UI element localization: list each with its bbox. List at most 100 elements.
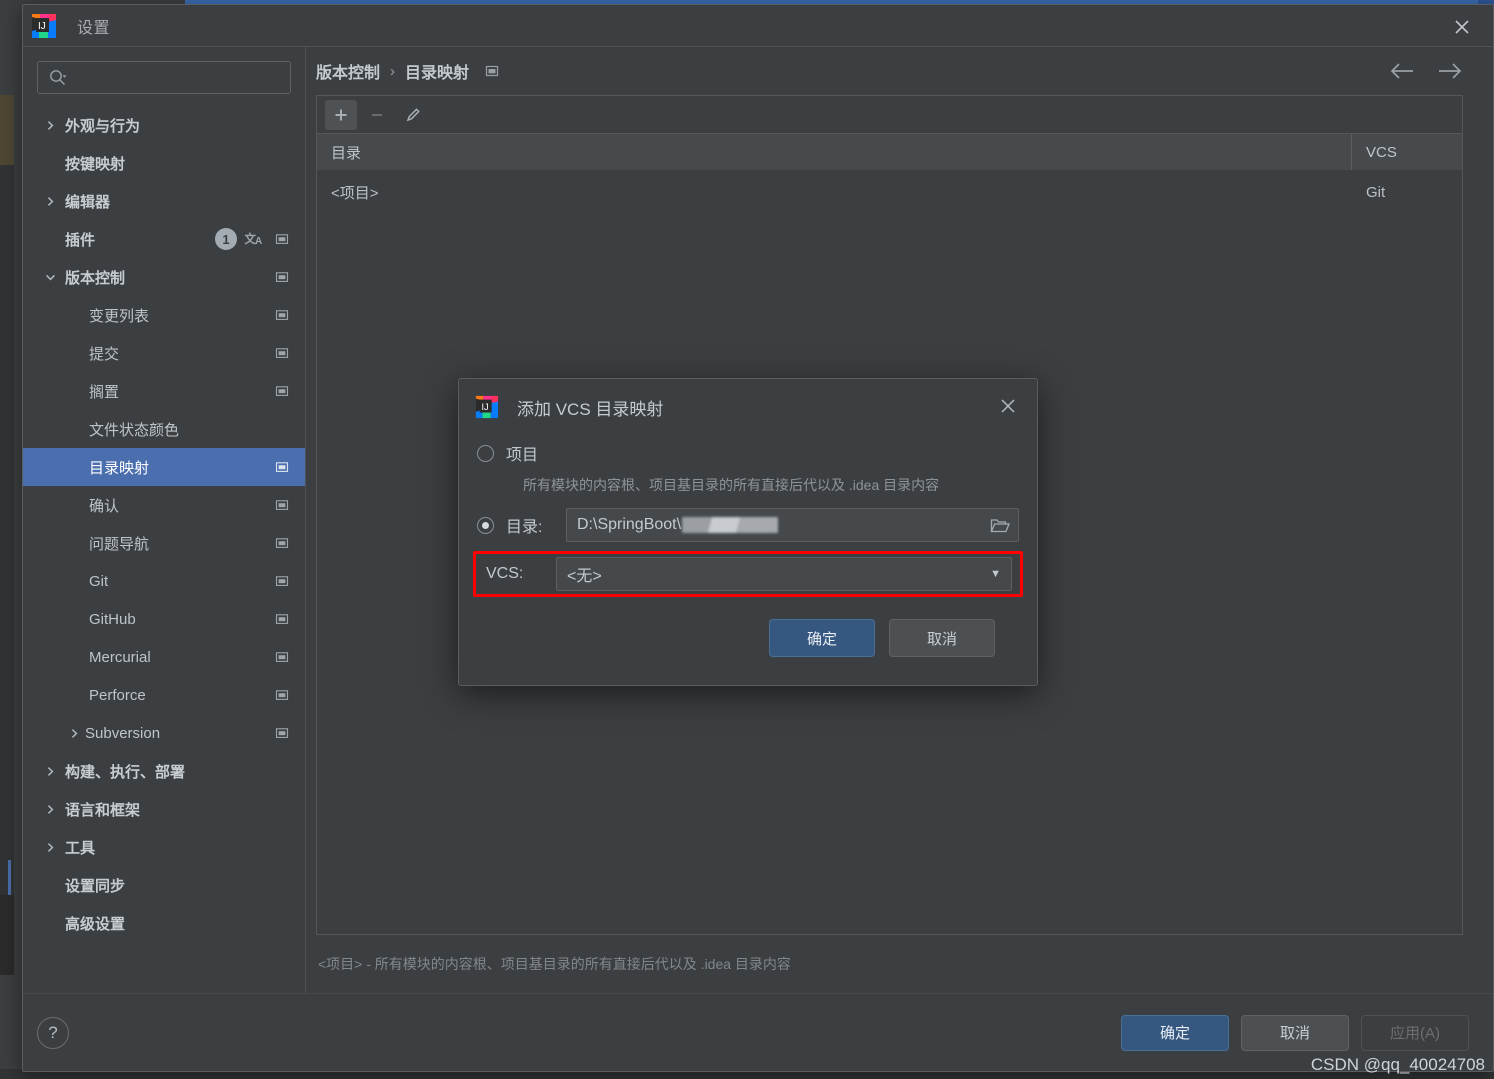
pin-icon[interactable]: [275, 270, 291, 284]
pin-icon[interactable]: [275, 726, 291, 740]
translate-icon[interactable]: 文A: [245, 230, 265, 248]
sidebar-item-18[interactable]: 语言和框架: [23, 790, 305, 828]
search-box[interactable]: [37, 61, 291, 94]
chevron-right-icon[interactable]: [39, 804, 61, 815]
sidebar-item-label: Subversion: [85, 724, 161, 742]
sidebar-item-21[interactable]: 高级设置: [23, 904, 305, 942]
settings-tree: 外观与行为 按键映射 编辑器插件 1 文 A 版本控制变更列表提交 搁置文件状态颜色目录映射确…: [23, 102, 305, 993]
pin-icon[interactable]: [275, 574, 291, 588]
pin-icon[interactable]: [275, 650, 291, 664]
intellij-idea-logo-icon: IJ: [32, 13, 56, 38]
pin-icon[interactable]: [275, 612, 291, 626]
edit-mapping-button[interactable]: [397, 100, 429, 130]
sidebar-item-8[interactable]: 文件状态颜色: [23, 410, 305, 448]
sidebar-item-label: GitHub: [89, 610, 136, 628]
table-row[interactable]: <项目> Git: [317, 170, 1462, 214]
status-text: <项目> - 所有模块的内容根、项目基目录的所有直接后代以及 .idea 目录内…: [318, 956, 791, 972]
pin-icon[interactable]: [275, 688, 291, 702]
breadcrumb-separator: ›: [390, 62, 396, 80]
sidebar-item-20[interactable]: 设置同步: [23, 866, 305, 904]
chevron-right-icon[interactable]: [39, 766, 61, 777]
sidebar-item-4[interactable]: 版本控制: [23, 258, 305, 296]
dialog-close-icon[interactable]: [995, 393, 1021, 419]
pin-icon[interactable]: [485, 64, 499, 78]
svg-text:IJ: IJ: [481, 402, 488, 412]
directory-radio[interactable]: [477, 516, 494, 534]
sidebar-item-label: 语言和框架: [65, 801, 141, 819]
directory-radio-row[interactable]: 目录: D:\SpringBoot\: [477, 505, 1019, 545]
pin-icon[interactable]: [275, 536, 291, 550]
sidebar-item-14[interactable]: Mercurial: [23, 638, 305, 676]
sidebar-item-label: Mercurial: [89, 648, 151, 666]
pin-icon[interactable]: [275, 460, 291, 474]
chevron-right-icon[interactable]: [39, 120, 61, 131]
chevron-right-icon[interactable]: [39, 196, 61, 207]
chevron-right-icon[interactable]: [63, 728, 85, 739]
back-arrow-icon[interactable]: [1389, 61, 1415, 81]
sidebar-item-label: 构建、执行、部署: [65, 763, 186, 781]
search-input[interactable]: [67, 68, 290, 87]
breadcrumb-parent[interactable]: 版本控制: [316, 59, 380, 83]
vcs-label: VCS:: [486, 565, 524, 582]
sidebar-item-1[interactable]: 按键映射: [23, 144, 305, 182]
column-header-vcs[interactable]: VCS: [1352, 134, 1462, 170]
cell-vcs: Git: [1366, 183, 1386, 201]
browse-folder-icon[interactable]: [982, 517, 1010, 534]
vcs-select[interactable]: <无> ▼: [556, 557, 1012, 591]
pin-icon[interactable]: [275, 384, 291, 398]
sidebar-item-16[interactable]: Subversion: [23, 714, 305, 752]
table-header: 目录 VCS: [317, 134, 1462, 170]
sidebar-item-9[interactable]: 目录映射: [23, 448, 305, 486]
sidebar-item-label: Perforce: [89, 686, 146, 704]
update-count-badge: 1: [215, 228, 237, 250]
column-header-directory[interactable]: 目录: [317, 134, 1352, 170]
cancel-button[interactable]: 取消: [1241, 1014, 1349, 1051]
dialog-cancel-button[interactable]: 取消: [889, 619, 995, 657]
watermark: CSDN @qq_40024708: [1310, 1055, 1485, 1074]
sidebar-item-11[interactable]: 问题导航: [23, 524, 305, 562]
sidebar-item-label: 插件: [65, 231, 96, 249]
sidebar-item-7[interactable]: 搁置: [23, 372, 305, 410]
sidebar-item-17[interactable]: 构建、执行、部署: [23, 752, 305, 790]
pin-icon[interactable]: [275, 346, 291, 360]
sidebar-item-5[interactable]: 变更列表: [23, 296, 305, 334]
directory-path-input[interactable]: D:\SpringBoot\: [566, 508, 1019, 542]
dialog-title: 添加 VCS 目录映射: [517, 399, 664, 419]
sidebar-item-12[interactable]: Git: [23, 562, 305, 600]
directory-radio-label: 目录:: [506, 519, 543, 536]
window-titlebar: IJ 设置: [23, 5, 1493, 47]
pin-icon[interactable]: [275, 308, 291, 322]
add-vcs-directory-mapping-dialog: IJ 添加 VCS 目录映射 项目 所有模块的内容根、项目基目录的所有直接后代以…: [458, 378, 1038, 686]
chevron-right-icon[interactable]: [39, 842, 61, 853]
dialog-body: 项目 所有模块的内容根、项目基目录的所有直接后代以及 .idea 目录内容 目录…: [459, 435, 1037, 657]
sidebar-item-19[interactable]: 工具: [23, 828, 305, 866]
project-radio-row[interactable]: 项目: [477, 435, 1019, 471]
remove-mapping-button[interactable]: [361, 100, 393, 130]
sidebar-item-10[interactable]: 确认: [23, 486, 305, 524]
pin-icon[interactable]: [275, 232, 291, 246]
project-hint: 所有模块的内容根、项目基目录的所有直接后代以及 .idea 目录内容: [523, 477, 940, 493]
sidebar-item-6[interactable]: 提交: [23, 334, 305, 372]
forward-arrow-icon[interactable]: [1437, 61, 1463, 81]
chevron-down-icon[interactable]: [39, 272, 61, 283]
pin-icon[interactable]: [275, 498, 291, 512]
sidebar-item-13[interactable]: GitHub: [23, 600, 305, 638]
dialog-ok-button[interactable]: 确定: [769, 619, 875, 657]
help-button[interactable]: ?: [37, 1016, 69, 1049]
sidebar-item-3[interactable]: 插件 1 文 A: [23, 220, 305, 258]
close-icon[interactable]: [1449, 14, 1475, 40]
project-radio[interactable]: [477, 444, 494, 462]
sidebar-item-0[interactable]: 外观与行为: [23, 106, 305, 144]
nav-arrows: [1389, 61, 1473, 81]
ok-button[interactable]: 确定: [1121, 1014, 1229, 1051]
search-icon: [48, 68, 67, 87]
breadcrumb: 版本控制 › 目录映射: [306, 47, 1493, 95]
directory-path-value: D:\SpringBoot\: [577, 516, 682, 533]
apply-button[interactable]: 应用(A): [1361, 1014, 1469, 1051]
sidebar-item-2[interactable]: 编辑器: [23, 182, 305, 220]
add-mapping-button[interactable]: [325, 99, 357, 130]
sidebar-item-15[interactable]: Perforce: [23, 676, 305, 714]
sidebar-item-label: 高级设置: [65, 915, 126, 933]
sidebar-item-label: 变更列表: [89, 307, 150, 325]
sidebar-item-label: 文件状态颜色: [89, 421, 180, 439]
